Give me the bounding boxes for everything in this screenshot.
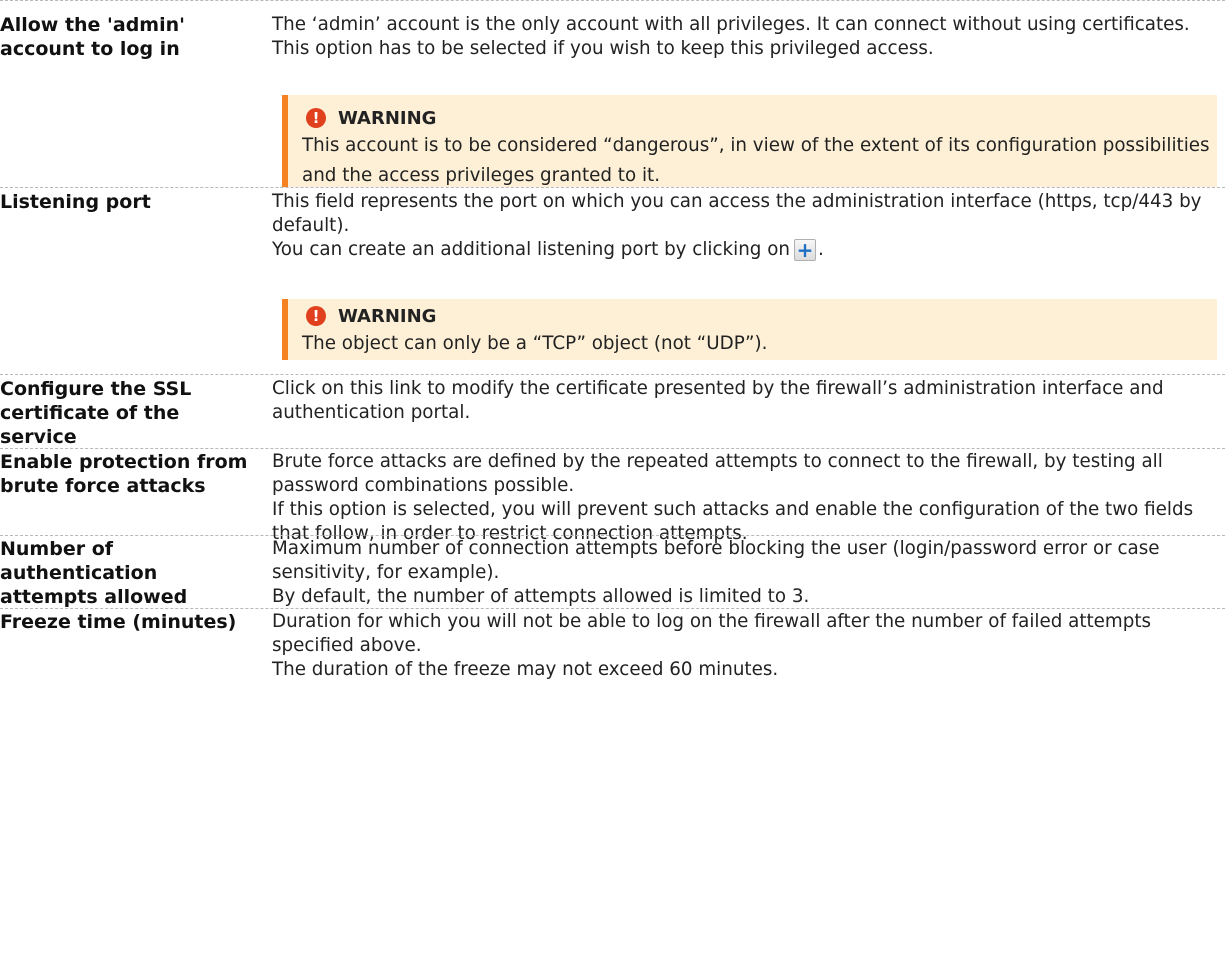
option-term: Enable protection from brute force attac… bbox=[0, 451, 248, 497]
description-line: You can create an additional listening p… bbox=[272, 238, 1217, 262]
table-row-freeze-time: Freeze time (minutes) Duration for which… bbox=[0, 608, 1225, 704]
warning-header: ! WARNING bbox=[302, 303, 1217, 329]
option-description: Brute force attacks are defined by the r… bbox=[272, 450, 1217, 546]
description-line: The ‘admin’ account is the only account … bbox=[272, 14, 1190, 35]
exclamation-icon: ! bbox=[306, 306, 326, 326]
row-divider bbox=[0, 608, 1225, 609]
line-suffix: . bbox=[818, 239, 824, 260]
option-term: Listening port bbox=[0, 191, 151, 213]
option-description: Click on this link to modify the certifi… bbox=[272, 377, 1217, 425]
description-line: The duration of the freeze may not excee… bbox=[272, 659, 779, 680]
option-description: This field represents the port on which … bbox=[272, 190, 1217, 262]
option-description: Duration for which you will not be able … bbox=[272, 610, 1217, 682]
option-description: The ‘admin’ account is the only account … bbox=[272, 13, 1217, 61]
warning-text: This account is to be considered “danger… bbox=[302, 135, 1210, 186]
warning-title: WARNING bbox=[338, 107, 437, 129]
warning-title: WARNING bbox=[338, 305, 437, 327]
option-term: Configure the SSL certificate of the ser… bbox=[0, 378, 192, 448]
description-line: Brute force attacks are defined by the r… bbox=[272, 451, 1163, 496]
option-description: Maximum number of connection attempts be… bbox=[272, 537, 1217, 609]
table-row-allow-admin: Allow the 'admin' account to log in The … bbox=[0, 0, 1225, 187]
description-line: By default, the number of attempts allow… bbox=[272, 586, 810, 607]
description-line: Maximum number of connection attempts be… bbox=[272, 538, 1160, 583]
option-term: Number of authentication attempts allowe… bbox=[0, 538, 188, 608]
warning-box: ! WARNING This account is to be consider… bbox=[282, 95, 1217, 187]
option-term: Freeze time (minutes) bbox=[0, 611, 237, 633]
warning-header: ! WARNING bbox=[302, 105, 1217, 131]
description-line: This field represents the port on which … bbox=[272, 191, 1202, 236]
exclamation-icon: ! bbox=[306, 108, 326, 128]
warning-box: ! WARNING The object can only be a “TCP”… bbox=[282, 299, 1217, 360]
add-port-text: You can create an additional listening p… bbox=[272, 239, 790, 260]
description-line: This option has to be selected if you wi… bbox=[272, 38, 934, 59]
plus-icon[interactable]: + bbox=[794, 239, 816, 261]
options-table: Allow the 'admin' account to log in The … bbox=[0, 0, 1225, 955]
option-term: Allow the 'admin' account to log in bbox=[0, 14, 185, 60]
row-divider bbox=[0, 448, 1225, 449]
row-divider bbox=[0, 535, 1225, 536]
description-line: Click on this link to modify the certifi… bbox=[272, 378, 1164, 423]
warning-text: The object can only be a “TCP” object (n… bbox=[302, 333, 768, 354]
description-line: Duration for which you will not be able … bbox=[272, 611, 1152, 656]
